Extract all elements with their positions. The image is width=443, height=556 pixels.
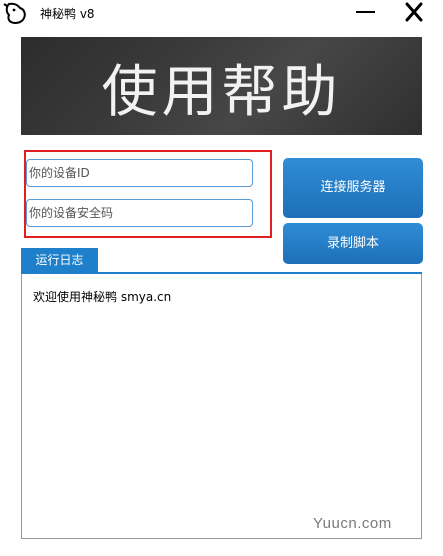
title-bar[interactable]: 神秘鸭 v8 (0, 0, 443, 26)
log-line: 欢迎使用神秘鸭 smya.cn (33, 290, 172, 304)
device-id-input[interactable] (26, 159, 253, 187)
duck-app-icon (3, 1, 29, 25)
close-icon (405, 2, 423, 22)
record-script-button[interactable]: 录制脚本 (283, 223, 423, 264)
tab-run-log[interactable]: 运行日志 (21, 248, 98, 272)
app-window: 神秘鸭 v8 使用帮助 连接服务器 录制脚本 运行日志 欢迎使用神秘鸭 smya… (0, 0, 443, 556)
device-security-code-input[interactable] (26, 199, 253, 227)
log-output[interactable]: 欢迎使用神秘鸭 smya.cn (21, 274, 422, 539)
watermark: Yuucn.com (313, 515, 392, 532)
connect-server-button[interactable]: 连接服务器 (283, 158, 423, 218)
close-button[interactable] (398, 0, 430, 24)
window-title: 神秘鸭 v8 (40, 7, 95, 21)
banner-title: 使用帮助 (101, 60, 342, 125)
minimize-button[interactable] (350, 0, 380, 24)
minimize-icon (356, 11, 375, 13)
help-banner[interactable]: 使用帮助 (21, 37, 422, 135)
